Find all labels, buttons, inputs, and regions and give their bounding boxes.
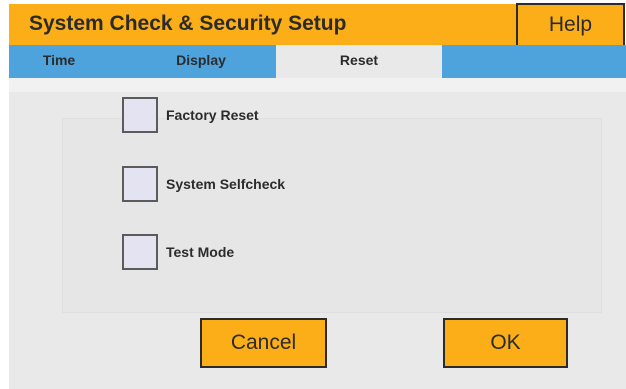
- option-system-selfcheck[interactable]: System Selfcheck: [122, 166, 285, 202]
- test-mode-checkbox[interactable]: [122, 234, 158, 270]
- tab-display-label: Display: [176, 51, 226, 68]
- dialog-window: System Check & Security Setup Help Time …: [0, 0, 626, 389]
- ok-button-label: OK: [490, 331, 521, 354]
- options-panel: [62, 118, 602, 313]
- cancel-button[interactable]: Cancel: [200, 318, 327, 368]
- tab-reset-label: Reset: [339, 51, 379, 68]
- ok-button[interactable]: OK: [443, 318, 568, 368]
- tab-time-label: Time: [42, 51, 76, 68]
- system-selfcheck-label: System Selfcheck: [166, 176, 286, 192]
- tab-reset[interactable]: Reset: [276, 45, 442, 78]
- factory-reset-checkbox[interactable]: [122, 97, 158, 133]
- title-bar: System Check & Security Setup: [9, 4, 517, 45]
- tab-time[interactable]: Time: [9, 45, 109, 78]
- content-top-strip: [9, 78, 626, 92]
- tab-display[interactable]: Display: [126, 45, 276, 78]
- system-selfcheck-checkbox[interactable]: [122, 166, 158, 202]
- factory-reset-label: Factory Reset: [166, 107, 259, 123]
- help-button-label: Help: [548, 12, 593, 36]
- cancel-button-label: Cancel: [230, 331, 297, 354]
- window-title: System Check & Security Setup: [29, 12, 347, 35]
- option-test-mode[interactable]: Test Mode: [122, 234, 234, 270]
- option-factory-reset[interactable]: Factory Reset: [122, 97, 259, 133]
- test-mode-label: Test Mode: [166, 244, 235, 260]
